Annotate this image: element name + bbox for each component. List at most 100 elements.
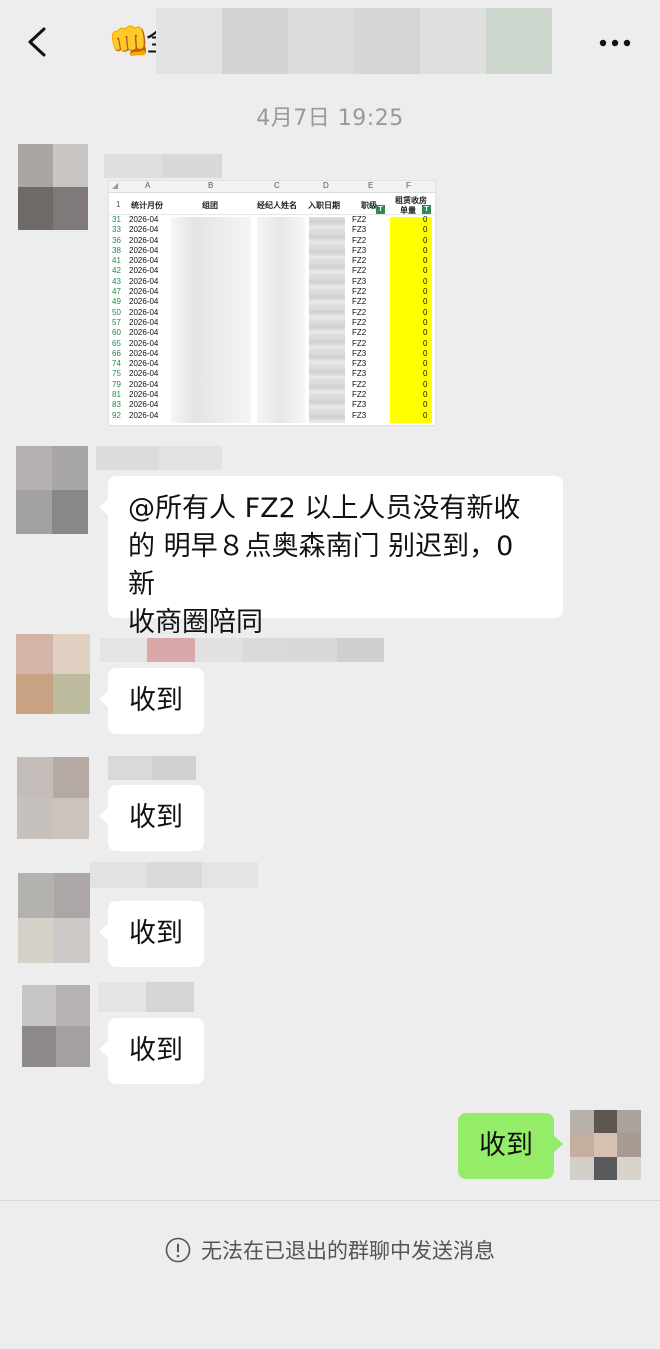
row-number: 47 xyxy=(112,287,121,297)
row-month: 2026-04 xyxy=(129,245,159,255)
row-level: FZ3 xyxy=(352,348,367,358)
row-number: 66 xyxy=(112,348,121,358)
header-row-number: 1 xyxy=(116,200,121,209)
sheet-row: 92 2026-04 FZ3 0 xyxy=(109,410,435,421)
back-arrow-icon[interactable] xyxy=(24,26,52,58)
row-value: 0 xyxy=(423,245,428,255)
announcement-line: @所有人 FZ2 以上人员没有新收 xyxy=(128,493,521,524)
row-value: 0 xyxy=(423,400,428,410)
row-month: 2026-04 xyxy=(129,307,159,317)
row-level: FZ2 xyxy=(352,338,367,348)
row-value: 0 xyxy=(423,225,428,235)
row-value: 0 xyxy=(423,410,428,420)
sheet-header-row: 1 统计月份 组团 经纪人姓名 入职日期 职级 租赁收房 单量 T T xyxy=(109,195,435,215)
avatar[interactable] xyxy=(18,144,88,230)
row-number: 31 xyxy=(112,215,121,224)
announcement-line: 的 明早８点奥森南门 别迟到，0 新 xyxy=(128,531,514,600)
sender-name-redacted xyxy=(98,982,194,1012)
row-value: 0 xyxy=(423,359,428,369)
avatar[interactable] xyxy=(18,873,90,963)
sheet-row: 50 2026-04 FZ2 0 xyxy=(109,307,435,318)
row-value: 0 xyxy=(423,276,428,286)
row-value: 0 xyxy=(423,235,428,245)
row-month: 2026-04 xyxy=(129,369,159,379)
sheet-row: 33 2026-04 FZ3 0 xyxy=(109,225,435,235)
my-reply-message[interactable]: 收到 xyxy=(458,1113,563,1179)
sender-name-redacted xyxy=(96,446,222,470)
row-number: 33 xyxy=(112,225,121,235)
row-number: 41 xyxy=(112,256,121,266)
info-icon xyxy=(165,1237,191,1263)
row-level: FZ2 xyxy=(352,215,367,224)
sheet-row: 43 2026-04 FZ3 0 xyxy=(109,276,435,287)
sheet-row: 49 2026-04 FZ2 0 xyxy=(109,297,435,307)
row-number: 92 xyxy=(112,410,121,420)
more-options-icon[interactable] xyxy=(598,38,632,48)
title-emoji: 👊 xyxy=(108,22,151,62)
sheet-row: 31 2026-04 FZ2 0 xyxy=(109,215,435,225)
row-level: FZ2 xyxy=(352,390,367,400)
sender-name-redacted xyxy=(108,756,196,780)
reply-message[interactable]: 收到 xyxy=(99,785,204,851)
row-month: 2026-04 xyxy=(129,225,159,235)
spreadsheet-image[interactable]: ◢ A B C D E F 1 统计月份 组团 经纪人姓名 入职日期 职级 租赁… xyxy=(108,180,436,426)
disabled-notice: 无法在已退出的群聊中发送消息 xyxy=(201,1239,495,1263)
row-level: FZ3 xyxy=(352,245,367,255)
row-month: 2026-04 xyxy=(129,390,159,400)
row-value: 0 xyxy=(423,215,428,224)
row-level: FZ2 xyxy=(352,235,367,245)
sheet-row: 41 2026-04 FZ2 0 xyxy=(109,256,435,266)
sheet-row: 57 2026-04 FZ2 0 xyxy=(109,317,435,328)
column-letter: A xyxy=(145,181,151,190)
header-agent: 经纪人姓名 xyxy=(257,201,297,210)
sheet-row: 79 2026-04 FZ2 0 xyxy=(109,379,435,390)
row-number: 83 xyxy=(112,400,121,410)
row-month: 2026-04 xyxy=(129,348,159,358)
sheet-row: 75 2026-04 FZ3 0 xyxy=(109,369,435,379)
row-number: 60 xyxy=(112,328,121,338)
row-level: FZ2 xyxy=(352,307,367,317)
row-number: 79 xyxy=(112,379,121,389)
row-month: 2026-04 xyxy=(129,276,159,286)
row-month: 2026-04 xyxy=(129,235,159,245)
my-avatar[interactable] xyxy=(570,1110,641,1180)
row-month: 2026-04 xyxy=(129,256,159,266)
row-value: 0 xyxy=(423,317,428,327)
row-month: 2026-04 xyxy=(129,317,159,327)
avatar[interactable] xyxy=(16,446,88,534)
row-level: FZ3 xyxy=(352,276,367,286)
sheet-row: 74 2026-04 FZ3 0 xyxy=(109,359,435,369)
reply-message[interactable]: 收到 xyxy=(99,1018,204,1084)
sheet-row: 42 2026-04 FZ2 0 xyxy=(109,266,435,276)
row-value: 0 xyxy=(423,307,428,317)
row-month: 2026-04 xyxy=(129,410,159,420)
row-level: FZ2 xyxy=(352,328,367,338)
row-month: 2026-04 xyxy=(129,328,159,338)
row-level: FZ2 xyxy=(352,317,367,327)
row-level: FZ2 xyxy=(352,266,367,276)
sheet-column-headers: ◢ A B C D E F xyxy=(109,181,435,193)
column-letter: D xyxy=(323,181,329,190)
row-number: 49 xyxy=(112,297,121,307)
sender-name-redacted xyxy=(90,862,258,888)
sheet-row: 36 2026-04 FZ2 0 xyxy=(109,235,435,246)
sheet-row: 38 2026-04 FZ3 0 xyxy=(109,245,435,256)
row-number: 42 xyxy=(112,266,121,276)
announcement-message[interactable]: @所有人 FZ2 以上人员没有新收 的 明早８点奥森南门 别迟到，0 新 收商圈… xyxy=(99,476,563,638)
row-level: FZ3 xyxy=(352,410,367,420)
row-number: 36 xyxy=(112,235,121,245)
input-disabled-footer: 无法在已退出的群聊中发送消息 xyxy=(0,1200,660,1349)
row-value: 0 xyxy=(423,266,428,276)
row-month: 2026-04 xyxy=(129,359,159,369)
row-level: FZ3 xyxy=(352,369,367,379)
sender-name-redacted xyxy=(104,154,222,178)
reply-message[interactable]: 收到 xyxy=(99,901,204,967)
row-number: 57 xyxy=(112,317,121,327)
avatar[interactable] xyxy=(16,634,90,714)
reply-message[interactable]: 收到 xyxy=(99,668,204,734)
row-level: FZ2 xyxy=(352,256,367,266)
column-letter: F xyxy=(406,181,411,190)
row-number: 43 xyxy=(112,276,121,286)
avatar[interactable] xyxy=(17,757,89,839)
avatar[interactable] xyxy=(22,985,90,1067)
